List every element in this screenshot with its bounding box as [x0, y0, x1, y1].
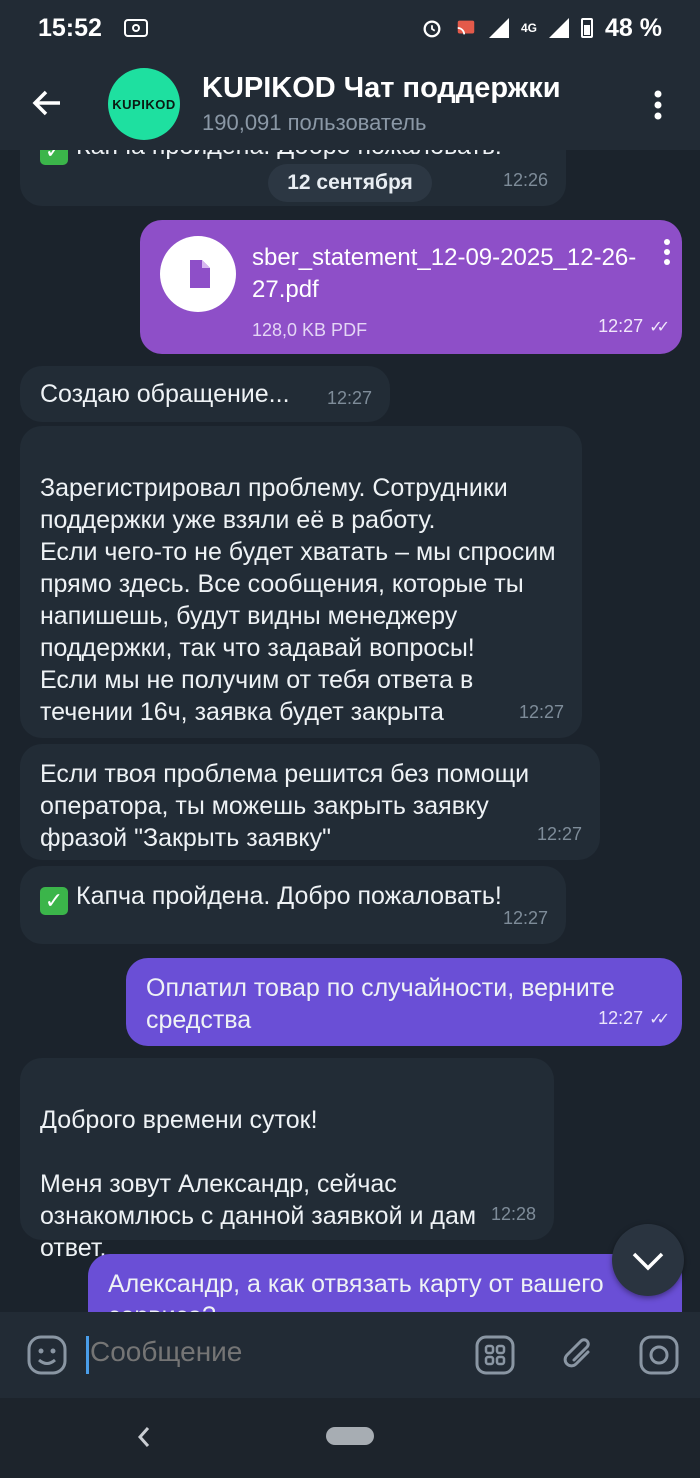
- nav-back-icon[interactable]: [132, 1422, 156, 1452]
- file-name: sber_statement_12-09-2025_12-26-27.pdf: [252, 244, 637, 303]
- member-count: 190,091 пользователь: [202, 110, 427, 135]
- home-pill[interactable]: [326, 1427, 374, 1445]
- message-time: 12:27 ✓✓: [598, 310, 670, 344]
- more-vert-icon[interactable]: [646, 88, 670, 122]
- message-text: Капча пройдена. Добро пожаловать!: [76, 150, 502, 160]
- read-ticks-icon: ✓✓: [649, 319, 670, 336]
- outgoing-message[interactable]: Оплатил товар по случайности, верните ср…: [126, 958, 682, 1046]
- wifi-signal-icon: [489, 18, 509, 38]
- message-bubble[interactable]: ✓ Капча пройдена. Добро пожаловать! 12:27: [20, 866, 566, 944]
- avatar[interactable]: KUPIKOD: [108, 68, 180, 140]
- attach-icon[interactable]: [558, 1332, 600, 1378]
- message-bubble[interactable]: Создаю обращение... 12:27: [20, 366, 390, 422]
- status-icons: 4G 48 %: [421, 14, 662, 43]
- emoji-icon[interactable]: [26, 1334, 68, 1376]
- message-time: 12:27 ✓✓: [598, 1002, 670, 1036]
- message-text: Зарегистрировал проблему. Сотрудники под…: [40, 474, 556, 726]
- message-text: Доброго времени суток! Меня зовут Алекса…: [40, 1106, 477, 1262]
- battery-level: 48 %: [605, 13, 662, 42]
- message-list[interactable]: ✓ Капча пройдена. Добро пожаловать! 12:26…: [0, 150, 700, 1312]
- message-time: 12:27: [518, 702, 564, 722]
- message-bubble[interactable]: Если твоя проблема решится без помощи оп…: [20, 744, 600, 860]
- alarm-icon: [423, 20, 441, 38]
- file-download-button[interactable]: [160, 236, 236, 312]
- read-ticks-icon: ✓✓: [649, 1011, 670, 1028]
- date-chip: 12 сентября: [268, 164, 432, 202]
- message-time: 12:27: [326, 388, 372, 408]
- message-text: Капча пройдена. Добро пожаловать!: [76, 882, 502, 910]
- chat-header: KUPIKOD KUPIKOD Чат поддержки 190,091 по…: [0, 56, 700, 150]
- file-size: 128,0 KB PDF: [252, 320, 368, 340]
- message-text: Если твоя проблема решится без помощи оп…: [40, 760, 530, 852]
- check-mark-icon: ✓: [40, 887, 68, 915]
- message-time: 12:26: [502, 170, 548, 190]
- message-time: 12:28: [490, 1204, 536, 1224]
- bot-commands-icon[interactable]: [474, 1334, 516, 1376]
- file-message[interactable]: sber_statement_12-09-2025_12-26-27.pdf 1…: [140, 220, 682, 354]
- message-text: Александр, а как отвязать карту от вашег…: [108, 1270, 604, 1312]
- message-text: Оплатил товар по случайности, верните ср…: [146, 974, 615, 1034]
- status-bar: 15:52 4G 48 %: [0, 0, 700, 56]
- chevron-down-icon: [632, 1252, 664, 1271]
- text-caret: [86, 1336, 89, 1374]
- system-nav-bar: [0, 1398, 700, 1478]
- camera-notification-icon: [123, 19, 148, 37]
- camera-icon[interactable]: [638, 1334, 680, 1376]
- outgoing-message[interactable]: Александр, а как отвязать карту от вашег…: [88, 1254, 682, 1312]
- check-mark-icon: ✓: [40, 150, 68, 165]
- message-input[interactable]: [90, 1336, 450, 1368]
- cell-signal-icon: [549, 18, 570, 38]
- chat-title[interactable]: KUPIKOD Чат поддержки: [202, 72, 561, 105]
- back-arrow-icon[interactable]: [30, 86, 64, 120]
- network-type: 4G: [521, 20, 538, 35]
- message-bubble[interactable]: Зарегистрировал проблему. Сотрудники под…: [20, 426, 582, 738]
- battery-icon: [581, 18, 594, 38]
- message-text: Создаю обращение...: [40, 380, 290, 408]
- message-time: 12:27: [502, 908, 548, 928]
- file-menu-icon[interactable]: [662, 238, 672, 268]
- message-composer: [0, 1312, 700, 1398]
- message-time: 12:27: [536, 824, 582, 844]
- status-time: 15:52: [38, 13, 102, 42]
- message-bubble[interactable]: Доброго времени суток! Меня зовут Алекса…: [20, 1058, 554, 1262]
- cast-icon: [457, 20, 475, 35]
- scroll-down-button[interactable]: [612, 1224, 684, 1296]
- file-icon: [190, 260, 210, 288]
